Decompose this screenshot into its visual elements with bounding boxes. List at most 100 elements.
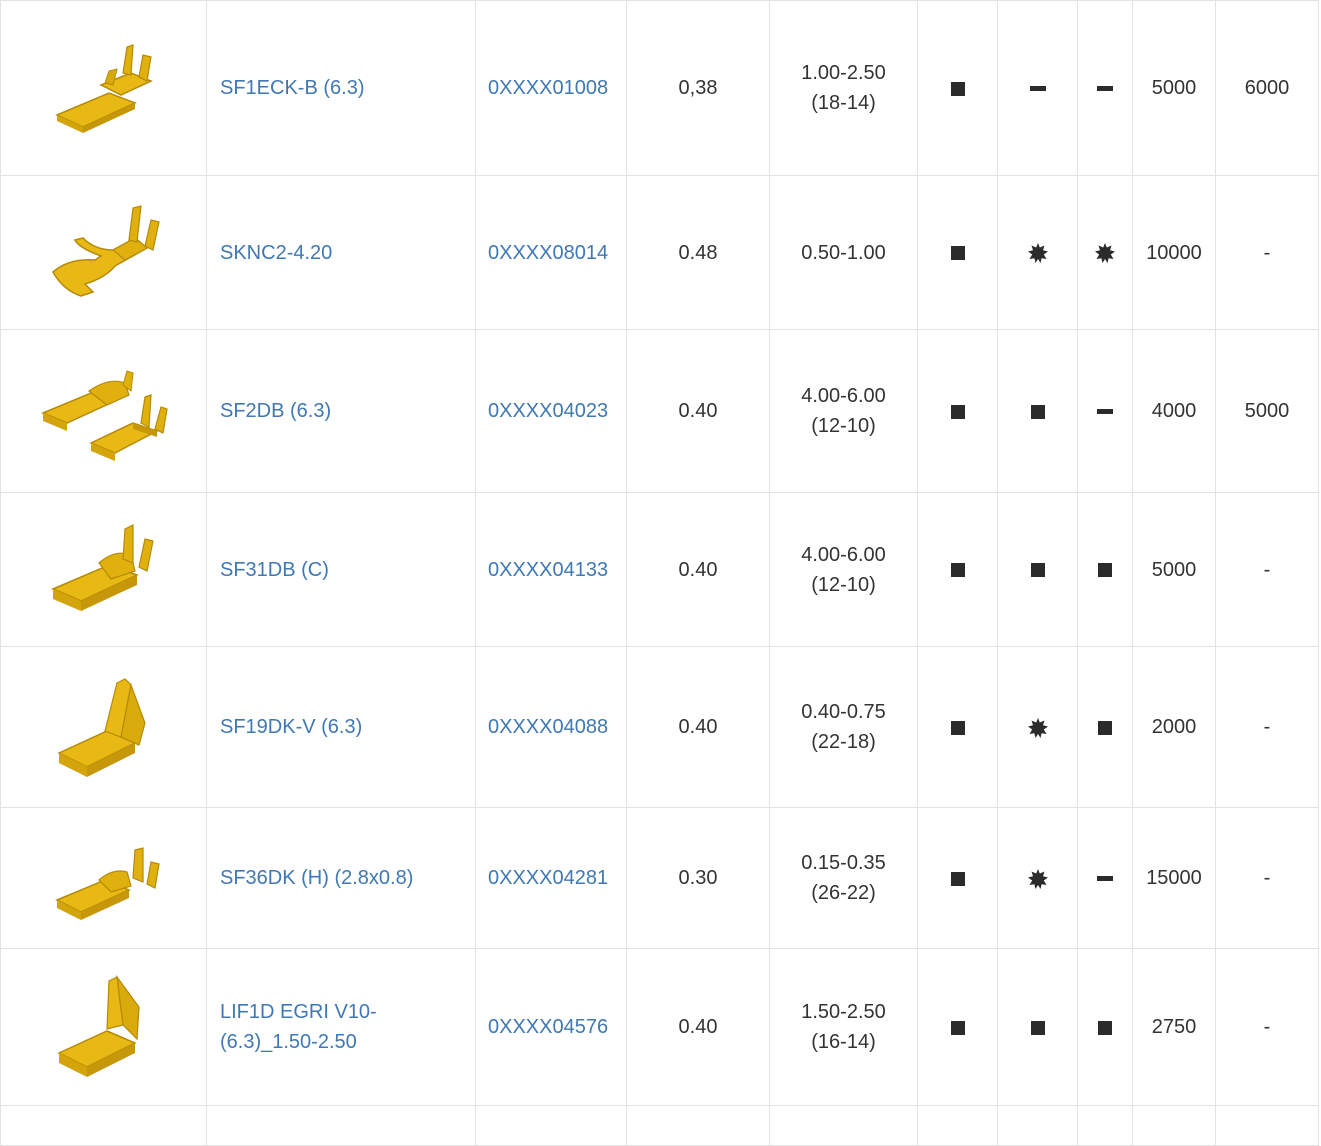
product-name-link[interactable]: SF1ECK-B (6.3) [220, 77, 364, 99]
flat-receptacle-terminal-icon [54, 44, 153, 133]
dash-icon [1097, 876, 1113, 882]
wire-range-awg: (18-14) [811, 92, 876, 114]
compat-a-cell [917, 646, 998, 808]
compat-a-cell [917, 175, 998, 330]
product-name-link[interactable]: LIF1D EGRI V10- [220, 1001, 377, 1023]
quantity-1-cell: 2000 [1132, 646, 1216, 808]
table-cell [997, 1105, 1078, 1146]
compat-a-cell [917, 0, 998, 176]
compat-b-cell [997, 175, 1078, 330]
filled-square-icon [950, 871, 965, 886]
wire-range-awg: (26-22) [811, 882, 876, 904]
filled-square-icon [950, 563, 965, 578]
table-cell [626, 1105, 770, 1146]
product-code-link[interactable]: 0XXXX04023 [488, 400, 608, 422]
product-name-cell: SKNC2-4.20 [206, 175, 476, 330]
table-cell [206, 1105, 476, 1146]
table-cell [475, 1105, 627, 1146]
table-cell [1215, 1105, 1319, 1146]
filled-square-icon [1098, 563, 1112, 578]
thickness-cell: 0.40 [626, 492, 770, 647]
product-name-link[interactable]: SKNC2-4.20 [220, 242, 332, 264]
wire-range-awg: (12-10) [811, 415, 876, 437]
wire-range-mm: 0.50-1.00 [801, 241, 886, 264]
product-image[interactable] [0, 948, 207, 1106]
product-code-link[interactable]: 0XXXX04088 [488, 716, 608, 738]
quantity-2-cell: - [1215, 492, 1319, 647]
table-cell [1132, 1105, 1216, 1146]
wire-range-cell: 0.50-1.00 [769, 175, 918, 330]
compat-b-cell [997, 329, 1078, 493]
receptacle-terminal-icon [50, 523, 154, 611]
filled-square-icon [1098, 1020, 1112, 1035]
compat-b-cell [997, 646, 1078, 808]
wire-range-awg: (16-14) [811, 1031, 876, 1053]
table-row [0, 1105, 1319, 1146]
compat-b-cell [997, 492, 1078, 647]
table-row: SF19DK-V (6.3) 0XXXX04088 0.40 0.40-0.75… [0, 646, 1319, 808]
filled-square-icon [1098, 720, 1112, 735]
product-code-link[interactable]: 0XXXX04133 [488, 559, 608, 581]
compat-b-cell [997, 0, 1078, 176]
product-name-link-line2[interactable]: (6.3)_1.50-2.50 [220, 1031, 357, 1053]
dash-icon [1029, 86, 1046, 92]
thickness-cell: 0.40 [626, 329, 770, 493]
wire-range-cell: 0.40-0.75 (22-18) [769, 646, 918, 808]
dash-icon [1097, 409, 1113, 415]
wire-range-mm: 0.15-0.35 [801, 852, 886, 874]
double-receptacle-terminal-icon [40, 370, 168, 461]
quantity-1-cell: 2750 [1132, 948, 1216, 1106]
wire-range-mm: 4.00-6.00 [801, 543, 886, 566]
product-table-body: SF1ECK-B (6.3) 0XXXX01008 0,38 1.00-2.50… [0, 0, 1319, 1146]
table-row: LIF1D EGRI V10- (6.3)_1.50-2.50 0XXXX045… [0, 948, 1319, 1106]
compat-a-cell [917, 807, 998, 949]
product-code-cell: 0XXXX08014 [475, 175, 627, 330]
table-row: SF2DB (6.3) 0XXXX04023 0.40 4.00-6.00 (1… [0, 329, 1319, 493]
product-image[interactable] [0, 646, 207, 808]
quantity-2-cell: 6000 [1215, 0, 1319, 176]
quantity-1-cell: 5000 [1132, 0, 1216, 176]
product-image[interactable] [0, 329, 207, 493]
product-name-link[interactable]: SF2DB (6.3) [220, 400, 331, 422]
wire-range-cell: 1.50-2.50 (16-14) [769, 948, 918, 1106]
product-code-link[interactable]: 0XXXX04576 [488, 1016, 608, 1038]
compat-c-cell [1077, 492, 1133, 647]
product-name-link[interactable]: SF36DK (H) (2.8x0.8) [220, 867, 413, 889]
wire-range-cell: 4.00-6.00 (12-10) [769, 329, 918, 493]
product-image[interactable] [0, 175, 207, 330]
compat-c-cell [1077, 0, 1133, 176]
product-code-link[interactable]: 0XXXX08014 [488, 242, 608, 264]
product-name-cell: SF1ECK-B (6.3) [206, 0, 476, 176]
product-image[interactable] [0, 807, 207, 949]
quantity-2-cell: - [1215, 175, 1319, 330]
wire-range-awg: (12-10) [811, 573, 876, 596]
thickness-cell: 0.40 [626, 948, 770, 1106]
product-code-link[interactable]: 0XXXX04281 [488, 867, 608, 889]
quantity-1-cell: 4000 [1132, 329, 1216, 493]
product-code-link[interactable]: 0XXXX01008 [488, 77, 608, 99]
compat-c-cell [1077, 175, 1133, 330]
wire-range-cell: 0.15-0.35 (26-22) [769, 807, 918, 949]
thickness-cell: 0.48 [626, 175, 770, 330]
product-name-cell: SF19DK-V (6.3) [206, 646, 476, 808]
thickness-cell: 0.30 [626, 807, 770, 949]
product-name-link[interactable]: SF31DB (C) [220, 559, 329, 581]
quantity-2-cell: - [1215, 948, 1319, 1106]
filled-square-icon [950, 1020, 965, 1035]
wire-range-cell: 4.00-6.00 (12-10) [769, 492, 918, 647]
wire-range-awg: (22-18) [811, 731, 876, 753]
compat-b-cell [997, 807, 1078, 949]
product-image[interactable] [0, 492, 207, 647]
product-image[interactable] [0, 0, 207, 176]
wire-range-cell: 1.00-2.50 (18-14) [769, 0, 918, 176]
table-row: SF1ECK-B (6.3) 0XXXX01008 0,38 1.00-2.50… [0, 0, 1319, 176]
wire-range-mm: 4.00-6.00 [801, 385, 886, 407]
product-code-cell: 0XXXX01008 [475, 0, 627, 176]
dash-icon [1097, 86, 1113, 92]
product-name-link[interactable]: SF19DK-V (6.3) [220, 716, 362, 738]
filled-square-icon [1030, 563, 1045, 578]
product-code-cell: 0XXXX04088 [475, 646, 627, 808]
product-name-cell: LIF1D EGRI V10- (6.3)_1.50-2.50 [206, 948, 476, 1106]
table-row: SKNC2-4.20 0XXXX08014 0.48 0.50-1.00 100… [0, 175, 1319, 330]
compat-c-cell [1077, 646, 1133, 808]
